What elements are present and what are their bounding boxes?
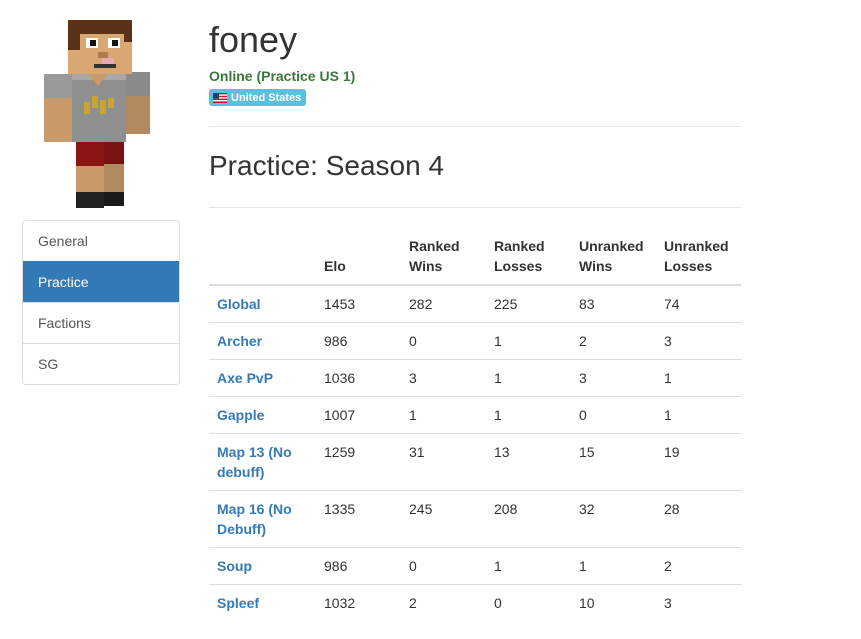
cell-unranked-losses: 3: [656, 322, 741, 360]
sidebar-nav: General Practice Factions SG: [22, 220, 180, 385]
online-status: Online (Practice US 1): [209, 68, 356, 84]
player-name: foney: [209, 19, 298, 60]
cell-elo: 1007: [316, 396, 401, 434]
column-header-ranked-losses: Ranked Losses: [486, 226, 571, 286]
cell-ranked-losses: 1: [486, 396, 571, 434]
table-row: Archer 986 0 1 2 3: [209, 322, 741, 360]
game-mode-link[interactable]: Gapple: [209, 396, 316, 434]
cell-unranked-losses: 28: [656, 490, 741, 548]
cell-ranked-wins: 245: [401, 490, 486, 548]
cell-unranked-wins: 0: [571, 396, 656, 434]
cell-unranked-losses: 1: [656, 396, 741, 434]
cell-unranked-losses: 3: [656, 584, 741, 621]
cell-ranked-losses: 208: [486, 490, 571, 548]
game-mode-link[interactable]: Spleef: [209, 584, 316, 621]
cell-ranked-wins: 282: [409, 296, 433, 312]
cell-elo: 1335: [316, 490, 401, 548]
game-mode-link[interactable]: Map 16 (No Debuff): [209, 490, 316, 548]
game-mode-link[interactable]: Global: [209, 285, 316, 323]
cell-elo: 1032: [316, 584, 401, 621]
cell-ranked-wins: 31: [401, 433, 486, 491]
cell-ranked-losses: 1: [486, 359, 571, 397]
stats-table: Elo Ranked Wins Ranked Losses Unranked Wins…: [209, 226, 741, 621]
cell-elo: 1036: [316, 359, 401, 397]
cell-unranked-losses: 74: [664, 296, 680, 312]
column-header-ranked-wins: Ranked Wins: [401, 226, 486, 286]
cell-unranked-losses: 19: [656, 433, 741, 491]
season-title: Practice: Season 4: [209, 150, 445, 181]
game-mode-link[interactable]: Map 13 (No debuff): [209, 433, 316, 491]
game-mode-link[interactable]: Axe PvP: [209, 359, 316, 397]
column-header-unranked-wins: Unranked Wins: [571, 226, 656, 286]
column-header-unranked-losses: Unranked Losses: [656, 226, 741, 286]
cell-ranked-wins: 1: [401, 396, 486, 434]
cell-unranked-wins: 3: [571, 359, 656, 397]
country-label: United States: [231, 91, 302, 104]
cell-unranked-wins: 15: [571, 433, 656, 491]
game-mode-link[interactable]: Archer: [209, 322, 316, 360]
player-skin-image: [44, 20, 150, 208]
table-row: Map 13 (No debuff) 1259 31 13 15 19: [209, 433, 741, 491]
cell-elo: 1259: [316, 433, 401, 491]
cell-ranked-losses: 13: [486, 433, 571, 491]
column-header-elo: Elo: [316, 226, 401, 286]
column-header-mode: [209, 226, 316, 286]
divider: [209, 126, 741, 127]
cell-elo: 1453: [324, 296, 356, 312]
table-row: Global 1453 282 225 83 74: [209, 285, 741, 323]
cell-unranked-wins: 2: [571, 322, 656, 360]
table-header-row: Elo Ranked Wins Ranked Losses Unranked Wins…: [209, 226, 741, 286]
table-row: Spleef 1032 2 0 10 3: [209, 584, 741, 621]
cell-ranked-wins: 3: [401, 359, 486, 397]
cell-ranked-wins: 0: [401, 322, 486, 360]
cell-elo: 986: [316, 322, 401, 360]
cell-elo: 986: [316, 547, 401, 585]
table-row: Axe PvP 1036 3 1 3 1: [209, 359, 741, 397]
nav-item-sg[interactable]: SG: [23, 343, 179, 384]
country-badge: United States: [209, 89, 307, 106]
cell-unranked-wins: 1: [571, 547, 656, 585]
cell-unranked-wins: 10: [571, 584, 656, 621]
cell-unranked-wins: 83: [579, 296, 595, 312]
cell-unranked-losses: 2: [656, 547, 741, 585]
nav-item-general[interactable]: General: [23, 221, 179, 261]
table-row: Gapple 1007 1 1 0 1: [209, 396, 741, 434]
table-row: Soup 986 0 1 1 2: [209, 547, 741, 585]
cell-ranked-losses: 1: [486, 547, 571, 585]
cell-ranked-wins: 0: [401, 547, 486, 585]
cell-unranked-wins: 32: [571, 490, 656, 548]
nav-item-factions[interactable]: Factions: [23, 302, 179, 343]
cell-ranked-losses: 0: [486, 584, 571, 621]
table-row: Map 16 (No Debuff) 1335 245 208 32 28: [209, 490, 741, 548]
game-mode-link[interactable]: Soup: [209, 547, 316, 585]
cell-ranked-wins: 2: [401, 584, 486, 621]
divider: [209, 207, 741, 208]
cell-ranked-losses: 225: [494, 296, 518, 312]
us-flag-icon: [213, 92, 227, 103]
cell-unranked-losses: 1: [656, 359, 741, 397]
nav-item-practice[interactable]: Practice: [23, 261, 179, 302]
cell-ranked-losses: 1: [486, 322, 571, 360]
